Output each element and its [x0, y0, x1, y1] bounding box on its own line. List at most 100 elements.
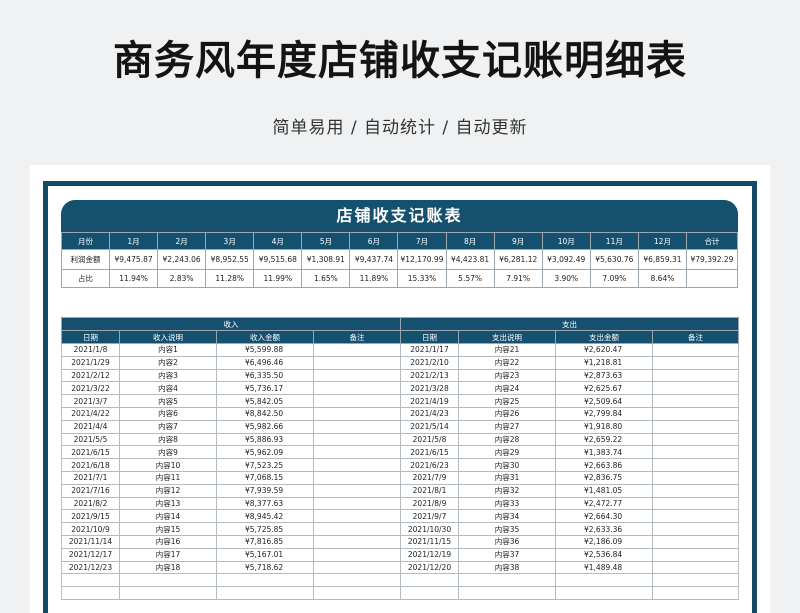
date-cell: 2021/3/28: [400, 381, 459, 396]
date-cell: 2021/10/30: [400, 522, 459, 536]
description-cell: 内容9: [119, 445, 217, 460]
description-cell: 内容22: [458, 355, 556, 370]
amount-cell: ¥1,481.05: [555, 483, 653, 498]
expense-column-header: 备注: [652, 330, 739, 344]
summary-header-cell: 11月: [589, 232, 639, 250]
amount-cell: ¥2,663.86: [555, 458, 653, 472]
summary-header-cell: 1月: [108, 232, 159, 250]
description-cell: 内容7: [119, 419, 217, 434]
amount-cell: ¥5,842.05: [216, 394, 314, 408]
description-cell: 内容30: [458, 458, 556, 472]
amount-cell: ¥2,509.64: [555, 394, 653, 408]
table-row: 2021/4/23 内容26 ¥2,799.84: [400, 406, 739, 421]
note-cell: [652, 419, 739, 434]
amount-cell: ¥2,536.84: [555, 547, 653, 562]
summary-ratio-cell: 11.28%: [205, 269, 255, 288]
note-cell: [652, 432, 739, 447]
note-cell: [652, 470, 739, 485]
description-cell: 内容24: [458, 381, 556, 396]
summary-profit-cell: ¥4,423.81: [445, 249, 495, 270]
summary-ratio-cell: 11.99%: [253, 269, 303, 288]
amount-cell: [216, 586, 314, 600]
date-cell: 2021/6/18: [61, 458, 120, 472]
summary-profit-cell: ¥9,475.87: [108, 249, 159, 270]
summary-ratio-cell: 7.91%: [493, 269, 543, 288]
date-cell: 2021/9/7: [400, 509, 459, 524]
table-row: 2021/12/19 内容37 ¥2,536.84: [400, 547, 739, 562]
summary-ratio-cell: 11.89%: [349, 269, 399, 288]
description-cell: 内容11: [119, 470, 217, 485]
amount-cell: ¥5,886.93: [216, 432, 314, 447]
summary-ratio-cell: 7.09%: [589, 269, 639, 288]
date-cell: 2021/12/19: [400, 547, 459, 562]
description-cell: 内容36: [458, 534, 556, 549]
table-row: 2021/1/17 内容21 ¥2,620.47: [400, 343, 739, 357]
amount-cell: ¥2,836.75: [555, 470, 653, 485]
table-row: 2021/7/1 内容11 ¥7,068.15: [61, 470, 401, 485]
income-section-header: 收入: [61, 317, 401, 331]
description-cell: 内容5: [119, 394, 217, 408]
amount-cell: ¥2,664.30: [555, 509, 653, 524]
note-cell: [652, 560, 739, 575]
table-row: 2021/4/19 内容25 ¥2,509.64: [400, 394, 739, 408]
table-row: 2021/5/8 内容28 ¥2,659.22: [400, 432, 739, 447]
amount-cell: ¥8,377.63: [216, 496, 314, 511]
date-cell: 2021/11/14: [61, 534, 120, 549]
amount-cell: ¥7,939.59: [216, 483, 314, 498]
description-cell: 内容3: [119, 368, 217, 383]
date-cell: 2021/4/19: [400, 394, 459, 408]
date-cell: 2021/6/23: [400, 458, 459, 472]
summary-header-cell: 月份: [61, 232, 110, 250]
amount-cell: ¥1,489.48: [555, 560, 653, 575]
amount-cell: ¥8,842.50: [216, 406, 314, 421]
sheet-body: 店铺收支记账表 月份 1月 2月 3月 4月 5月 6月 7月 8月 9月 10月 11月 12月 合计利…: [48, 186, 752, 613]
summary-ratio-cell: 11.94%: [108, 269, 159, 288]
description-cell: 内容13: [119, 496, 217, 511]
table-row: 2021/7/16 内容12 ¥7,939.59: [61, 483, 401, 498]
date-cell: 2021/12/20: [400, 560, 459, 575]
table-row: 2021/8/9 内容33 ¥2,472.77: [400, 496, 739, 511]
expense-column-header: 支出金额: [555, 330, 653, 344]
amount-cell: ¥1,918.80: [555, 419, 653, 434]
amount-cell: ¥7,523.25: [216, 458, 314, 472]
date-cell: 2021/5/14: [400, 419, 459, 434]
amount-cell: ¥1,218.81: [555, 355, 653, 370]
summary-ratio-cell: 占比: [61, 269, 110, 288]
expense-table: 支出 日期 支出说明 支出金额 备注 2021/1/17 内容21 ¥2,620.47 2021…: [400, 317, 739, 600]
description-cell: 内容1: [119, 343, 217, 357]
summary-ratio-cell: 1.65%: [301, 269, 351, 288]
date-cell: 2021/4/4: [61, 419, 120, 434]
table-row: 2021/10/9 内容15 ¥5,725.85: [61, 522, 401, 536]
table-row: 2021/3/7 内容5 ¥5,842.05: [61, 394, 401, 408]
note-cell: [652, 355, 739, 370]
note-cell: [313, 445, 401, 460]
description-cell: 内容31: [458, 470, 556, 485]
summary-ratio-cell: 5.57%: [445, 269, 495, 288]
amount-cell: [555, 573, 653, 588]
table-row: 2021/12/23 内容18 ¥5,718.62: [61, 560, 401, 575]
description-cell: 内容33: [458, 496, 556, 511]
date-cell: [61, 586, 120, 600]
amount-cell: ¥2,799.84: [555, 406, 653, 421]
date-cell: 2021/12/23: [61, 560, 120, 575]
amount-cell: ¥2,186.09: [555, 534, 653, 549]
summary-ratio-cell: 3.90%: [541, 269, 591, 288]
note-cell: [652, 381, 739, 396]
table-row: 2021/1/8 内容1 ¥5,599.88: [61, 343, 401, 357]
note-cell: [313, 522, 401, 536]
note-cell: [313, 547, 401, 562]
note-cell: [652, 496, 739, 511]
date-cell: 2021/4/22: [61, 406, 120, 421]
summary-profit-cell: 利润金额: [61, 249, 110, 270]
table-row: 2021/8/1 内容32 ¥1,481.05: [400, 483, 739, 498]
note-cell: [313, 534, 401, 549]
income-column-header: 备注: [313, 330, 401, 344]
description-cell: 内容8: [119, 432, 217, 447]
income-column-header: 收入金额: [216, 330, 314, 344]
table-row: [400, 586, 739, 600]
note-cell: [313, 419, 401, 434]
description-cell: 内容21: [458, 343, 556, 357]
note-cell: [652, 406, 739, 421]
summary-ratio-cell: 15.33%: [397, 269, 447, 288]
note-cell: [313, 381, 401, 396]
